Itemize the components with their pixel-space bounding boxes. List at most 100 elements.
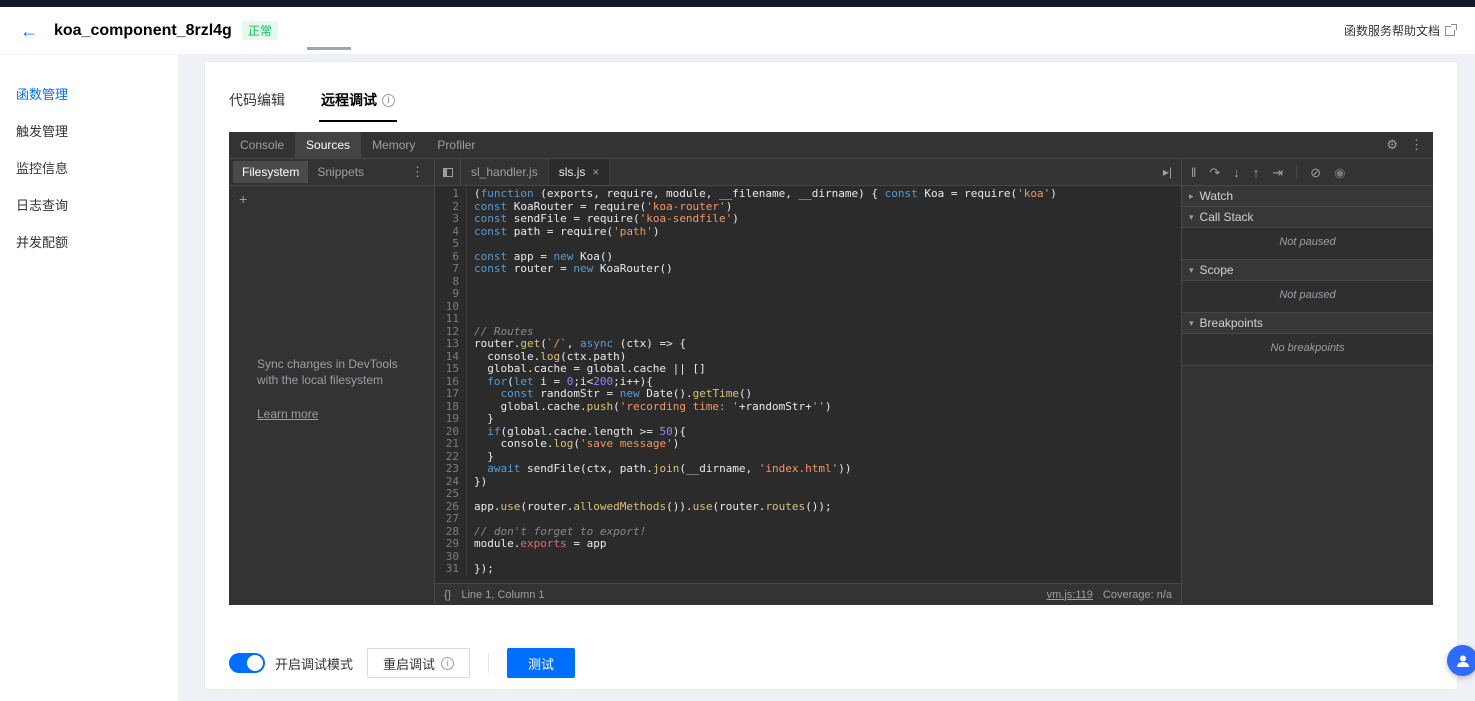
sidebar: 函数管理 触发管理 监控信息 日志查询 并发配额 [0, 55, 178, 701]
vm-source-link[interactable]: vm.js:119 [1047, 589, 1093, 601]
line-number[interactable]: 6 [435, 250, 467, 263]
more-tabs-icon[interactable]: ▸| [1154, 159, 1181, 185]
code-line: 9 [435, 287, 1181, 301]
debug-controls: 开启调试模式 重启调试 i 测试 [229, 648, 1433, 678]
sidebar-item-1[interactable]: 触发管理 [0, 112, 178, 149]
file-tab-sls-js[interactable]: sls.js × [548, 159, 611, 185]
line-number[interactable]: 8 [435, 275, 467, 288]
assistant-fab[interactable] [1447, 645, 1475, 676]
code-line: 11 [435, 312, 1181, 326]
pause-icon[interactable]: ‖ [1191, 166, 1196, 179]
line-number[interactable]: 29 [435, 537, 467, 551]
source-editor: sl_handler.js sls.js × ▸| 1 (function (expo… [435, 159, 1181, 605]
code-editor[interactable]: 1 (function (exports, require, module, __… [435, 186, 1181, 583]
sidebar-item-3[interactable]: 日志查询 [0, 186, 178, 223]
external-link-icon [1445, 23, 1457, 36]
code-line: 29 module.exports = app [435, 537, 1181, 551]
sync-text-line2: with the local filesystem [257, 372, 384, 387]
card-tab-label: 远程调试 [321, 92, 377, 108]
line-number[interactable]: 5 [435, 237, 467, 251]
navigator-tab-filesystem[interactable]: Filesystem [233, 161, 309, 183]
section-label: Watch [1199, 189, 1234, 203]
code-text: const router = new KoaRouter() [474, 262, 673, 275]
assistant-icon [1456, 655, 1469, 667]
line-number[interactable]: 4 [435, 225, 467, 238]
gear-icon[interactable]: ⚙ [1386, 137, 1398, 153]
navigator-tab-snippets[interactable]: Snippets [308, 161, 373, 183]
divider [488, 653, 490, 673]
devtools-panel: Console Sources Memory Profiler ⚙ ⋮ Filesys… [229, 132, 1433, 605]
line-number[interactable]: 1 [435, 187, 467, 201]
section-label: Call Stack [1199, 210, 1254, 224]
code-text: global.cache.push('recording time: '+ran… [474, 399, 832, 413]
devtools-tab-console[interactable]: Console [229, 132, 295, 158]
step-into-icon[interactable]: ↓ [1233, 166, 1240, 179]
step-out-icon[interactable]: ↑ [1253, 166, 1260, 179]
line-number[interactable]: 11 [435, 312, 467, 326]
line-number[interactable]: 23 [435, 462, 467, 476]
sidebar-item-0[interactable]: 函数管理 [0, 75, 178, 112]
deactivate-breakpoints-icon[interactable]: ⊘ [1310, 166, 1321, 179]
navigator-pane: Filesystem Snippets ⋮ + Sync changes in D… [229, 159, 435, 605]
line-number[interactable]: 21 [435, 437, 467, 451]
debug-mode-label: 开启调试模式 [275, 656, 354, 672]
help-doc-link[interactable]: 函数服务帮助文档 [1344, 22, 1457, 39]
code-text: console.log('save message') [474, 437, 680, 450]
debug-mode-toggle[interactable] [229, 653, 265, 673]
code-text: module.exports = app [474, 537, 607, 550]
section-breakpoints[interactable]: ▾ Breakpoints [1182, 313, 1433, 334]
code-text: const path = require('path') [474, 224, 660, 238]
close-tab-icon[interactable]: × [592, 165, 599, 179]
code-line: 10 [435, 300, 1181, 313]
tab-indicator [307, 47, 351, 50]
file-tab-label: sl_handler.js [471, 165, 538, 179]
line-number[interactable]: 25 [435, 487, 467, 501]
section-message: No breakpoints [1182, 334, 1433, 366]
code-line: 24}) [435, 475, 1181, 488]
sidebar-item-2[interactable]: 监控信息 [0, 149, 178, 186]
card-tab-1[interactable]: 远程调试 i [319, 90, 397, 122]
debugger-toolbar: ‖ ↷ ↓ ↑ ⇥ ⊘ ◉ [1182, 159, 1433, 186]
test-button[interactable]: 测试 [507, 648, 576, 678]
section-watch[interactable]: ▸ Watch [1182, 186, 1433, 207]
line-number[interactable]: 17 [435, 387, 467, 401]
devtools-tab-profiler[interactable]: Profiler [426, 132, 486, 158]
line-number[interactable]: 13 [435, 337, 467, 351]
section-scope[interactable]: ▾ Scope [1182, 260, 1433, 281]
pretty-print-icon[interactable]: {} [444, 589, 451, 601]
card-tab-0[interactable]: 代码编辑 [229, 90, 285, 122]
section-message: Not paused [1182, 281, 1433, 313]
code-line: 4 const path = require('path') [435, 224, 1181, 238]
back-button[interactable]: ← [20, 22, 38, 40]
kebab-menu-icon[interactable]: ⋮ [1410, 137, 1423, 153]
code-line: 30 [435, 550, 1181, 563]
sync-text-line1: Sync changes in DevTools [257, 356, 398, 371]
learn-more-link[interactable]: Learn more [257, 406, 318, 422]
pause-on-exceptions-icon[interactable]: ◉ [1334, 166, 1345, 179]
line-number[interactable]: 9 [435, 287, 467, 301]
file-tab-sl_handler-js[interactable]: sl_handler.js [461, 159, 549, 185]
add-folder-button[interactable]: + [229, 186, 434, 212]
code-line: 26 app.use(router.allowedMethods()).use(r… [435, 500, 1181, 513]
line-number[interactable]: 31 [435, 562, 467, 576]
line-number[interactable]: 3 [435, 212, 467, 226]
editor-status-bar: {} Line 1, Column 1 vm.js:119 Coverage: … [435, 583, 1181, 605]
line-number[interactable]: 7 [435, 262, 467, 276]
restart-debug-button[interactable]: 重启调试 i [367, 648, 471, 678]
step-over-icon[interactable]: ↷ [1209, 166, 1220, 179]
section-call-stack[interactable]: ▾ Call Stack [1182, 207, 1433, 228]
code-line: 21 console.log('save message') [435, 437, 1181, 451]
function-card: 代码编辑 远程调试 i Console Sources Memory Profiler ⚙… [204, 61, 1458, 690]
code-text: }); [474, 562, 494, 575]
sidebar-item-4[interactable]: 并发配额 [0, 223, 178, 260]
line-number[interactable]: 19 [435, 412, 467, 426]
line-number[interactable]: 27 [435, 512, 467, 526]
navigator-kebab-icon[interactable]: ⋮ [405, 164, 430, 180]
devtools-tab-sources[interactable]: Sources [295, 132, 362, 158]
devtools-toolbar: Console Sources Memory Profiler ⚙ ⋮ [229, 132, 1433, 159]
step-icon[interactable]: ⇥ [1272, 166, 1283, 179]
navigator-toggle-icon[interactable] [435, 159, 461, 185]
devtools-tab-memory[interactable]: Memory [361, 132, 426, 158]
line-number[interactable]: 2 [435, 200, 467, 213]
line-number[interactable]: 15 [435, 362, 467, 376]
